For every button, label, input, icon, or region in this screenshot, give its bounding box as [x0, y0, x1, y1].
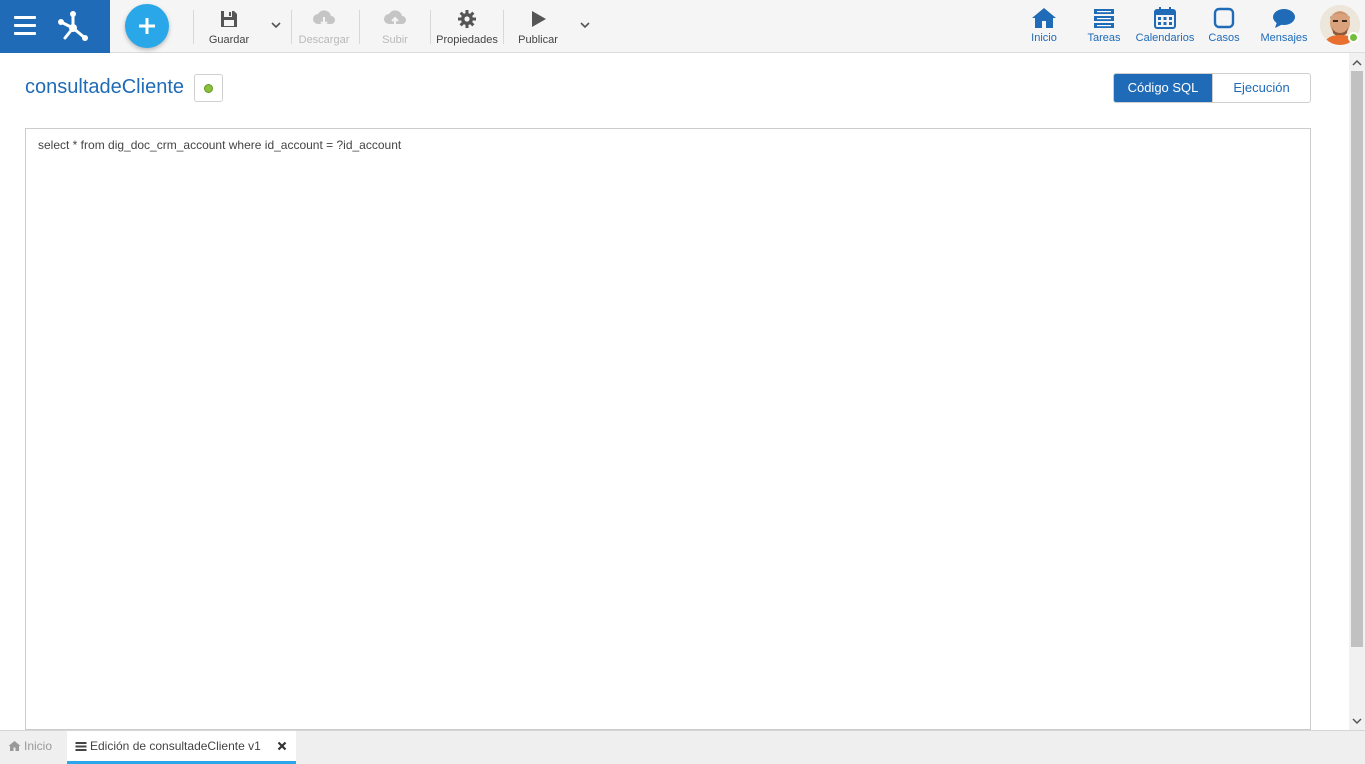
chevron-down-icon[interactable] — [579, 20, 591, 30]
cloud-upload-icon — [384, 10, 406, 26]
tab-edit-query-label: Edición de consultadeCliente v1 — [90, 739, 261, 753]
nav-messages[interactable]: Mensajes — [1259, 6, 1309, 48]
menu-icon[interactable] — [14, 16, 36, 36]
tab-home[interactable]: Inicio — [8, 731, 52, 764]
save-label: Guardar — [208, 34, 250, 46]
publish-label: Publicar — [518, 34, 558, 46]
tasks-icon — [1094, 9, 1114, 28]
toolbar-separator — [359, 10, 360, 44]
home-icon — [8, 741, 21, 751]
nav-messages-label: Mensajes — [1260, 32, 1308, 44]
sql-code-tab[interactable]: Código SQL — [1114, 74, 1212, 102]
app-logo-icon[interactable] — [55, 8, 91, 44]
plus-icon — [139, 18, 155, 34]
gear-icon — [458, 10, 476, 28]
cases-icon — [1213, 7, 1235, 29]
tab-home-label: Inicio — [24, 739, 53, 753]
properties-label: Propiedades — [436, 34, 498, 46]
top-toolbar: Guardar Descargar Subir Propiedades Publ… — [0, 0, 1365, 53]
download-button[interactable]: Descargar — [297, 6, 351, 46]
online-status-indicator — [1348, 32, 1359, 43]
upload-button[interactable]: Subir — [376, 6, 414, 46]
publish-button[interactable]: Publicar — [517, 6, 559, 46]
nav-cases-label: Casos — [1208, 32, 1240, 44]
brand-area — [0, 0, 110, 53]
status-button[interactable] — [194, 74, 223, 102]
calendar-icon — [1154, 7, 1176, 29]
nav-home[interactable]: Inicio — [1028, 6, 1060, 48]
tab-edit-query[interactable]: Edición de consultadeCliente v1 — [67, 731, 296, 764]
save-button[interactable]: Guardar — [206, 6, 252, 46]
cloud-download-icon — [313, 10, 335, 27]
properties-button[interactable]: Propiedades — [436, 6, 498, 46]
home-icon — [1032, 8, 1056, 28]
upload-label: Subir — [382, 34, 408, 46]
add-button[interactable] — [125, 4, 169, 48]
bottom-tab-bar: Inicio Edición de consultadeCliente v1 — [0, 730, 1365, 764]
scrollbar-thumb[interactable] — [1351, 71, 1363, 647]
sql-editor[interactable]: select * from dig_doc_crm_account where … — [25, 128, 1311, 730]
scroll-down-arrow-icon[interactable] — [1352, 717, 1362, 725]
close-icon[interactable] — [277, 741, 287, 751]
floppy-disk-icon — [221, 11, 237, 27]
toolbar-separator — [430, 10, 431, 44]
vertical-scrollbar[interactable] — [1349, 53, 1365, 730]
nav-tasks-label: Tareas — [1087, 32, 1121, 44]
status-indicator — [204, 84, 213, 93]
nav-calendars-label: Calendarios — [1135, 32, 1195, 44]
nav-tasks[interactable]: Tareas — [1086, 6, 1122, 48]
chat-bubble-icon — [1273, 9, 1295, 28]
chevron-down-icon[interactable] — [270, 20, 282, 30]
play-icon — [532, 11, 546, 27]
nav-cases[interactable]: Casos — [1207, 6, 1241, 48]
nav-home-label: Inicio — [1031, 32, 1057, 44]
list-icon — [75, 742, 87, 751]
toolbar-separator — [291, 10, 292, 44]
view-toggle: Código SQL Ejecución — [1113, 73, 1311, 103]
execution-tab[interactable]: Ejecución — [1212, 74, 1310, 102]
page-title: consultadeCliente — [25, 76, 184, 98]
sql-code-text[interactable]: select * from dig_doc_crm_account where … — [38, 138, 401, 152]
nav-calendars[interactable]: Calendarios — [1135, 6, 1195, 48]
toolbar-separator — [193, 10, 194, 44]
scroll-up-arrow-icon[interactable] — [1352, 59, 1362, 67]
toolbar-separator — [503, 10, 504, 44]
download-label: Descargar — [298, 34, 350, 46]
